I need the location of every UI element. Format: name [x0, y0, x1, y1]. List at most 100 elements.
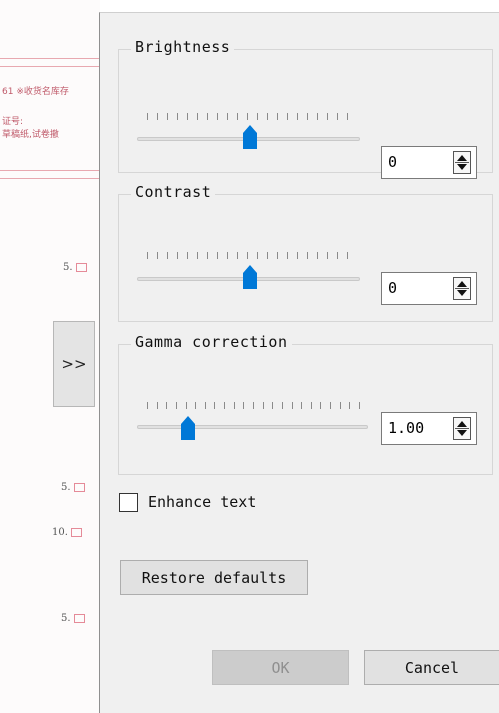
slider-tick — [187, 252, 188, 259]
slider-tick — [297, 252, 298, 259]
slider-tick — [267, 252, 268, 259]
slider-tick — [217, 113, 218, 120]
ok-button[interactable]: OK — [212, 650, 349, 685]
slider-tick — [327, 252, 328, 259]
contrast-value[interactable]: 0 — [388, 279, 397, 297]
slider-tick — [263, 402, 264, 409]
contrast-spinbox[interactable]: 0 — [381, 272, 477, 305]
gamma-track[interactable] — [137, 425, 368, 429]
brightness-group: Brightness 0 — [118, 38, 493, 179]
doc-rule — [0, 170, 100, 171]
up-arrow-icon[interactable] — [457, 155, 467, 161]
slider-tick — [330, 402, 331, 409]
slider-tick — [257, 252, 258, 259]
gamma-spinbox[interactable]: 1.00 — [381, 412, 477, 445]
gamma-slider-thumb[interactable] — [181, 416, 195, 440]
gamma-ticks — [147, 402, 367, 411]
brightness-slider-thumb[interactable] — [243, 125, 257, 149]
slider-tick — [237, 113, 238, 120]
gamma-spin-buttons[interactable] — [453, 417, 471, 440]
slider-tick — [157, 252, 158, 259]
slider-tick — [311, 402, 312, 409]
slider-tick — [176, 402, 177, 409]
doc-question-marker: 10. — [52, 527, 82, 538]
down-arrow-icon[interactable] — [457, 164, 467, 170]
doc-rule — [0, 58, 100, 59]
up-arrow-icon[interactable] — [457, 421, 467, 427]
doc-text-line: 61 ※收货名库存 — [2, 87, 69, 97]
image-adjust-panel: Brightness 0 Contrast 0 Gamma correction… — [99, 12, 499, 713]
slider-tick — [224, 402, 225, 409]
up-arrow-icon[interactable] — [457, 281, 467, 287]
contrast-ticks — [147, 252, 367, 261]
contrast-group: Contrast 0 — [118, 183, 493, 322]
slider-tick — [347, 113, 348, 120]
contrast-spin-buttons[interactable] — [453, 277, 471, 300]
slider-tick — [301, 402, 302, 409]
gamma-title: Gamma correction — [131, 333, 292, 351]
slider-tick — [340, 402, 341, 409]
slider-tick — [282, 402, 283, 409]
slider-tick — [317, 252, 318, 259]
slider-tick — [157, 113, 158, 120]
gamma-value[interactable]: 1.00 — [388, 419, 424, 437]
down-arrow-icon[interactable] — [457, 430, 467, 436]
doc-question-marker: 5. — [63, 262, 87, 273]
slider-tick — [217, 252, 218, 259]
slider-tick — [234, 402, 235, 409]
enhance-text-label[interactable]: Enhance text — [148, 493, 256, 511]
slider-tick — [247, 252, 248, 259]
brightness-title: Brightness — [131, 38, 235, 56]
slider-tick — [297, 113, 298, 120]
slider-tick — [287, 113, 288, 120]
slider-tick — [277, 252, 278, 259]
doc-text-line: 证号: — [2, 117, 24, 127]
slider-tick — [147, 402, 148, 409]
doc-question-marker: 5. — [61, 482, 85, 493]
slider-tick — [257, 113, 258, 120]
brightness-ticks — [147, 113, 367, 122]
slider-tick — [207, 113, 208, 120]
slider-tick — [177, 252, 178, 259]
slider-tick — [186, 402, 187, 409]
slider-tick — [147, 113, 148, 120]
slider-tick — [337, 252, 338, 259]
slider-tick — [347, 252, 348, 259]
brightness-spin-buttons[interactable] — [453, 151, 471, 174]
slider-tick — [307, 252, 308, 259]
slider-tick — [167, 252, 168, 259]
slider-tick — [320, 402, 321, 409]
doc-question-marker: 5. — [61, 613, 85, 624]
expand-panel-button[interactable]: >> — [53, 321, 95, 407]
doc-text-line: 草稿纸,试卷撤 — [2, 130, 59, 140]
doc-rule — [0, 178, 100, 179]
slider-tick — [359, 402, 360, 409]
contrast-slider-thumb[interactable] — [243, 265, 257, 289]
slider-tick — [349, 402, 350, 409]
slider-tick — [197, 252, 198, 259]
slider-tick — [277, 113, 278, 120]
slider-tick — [247, 113, 248, 120]
enhance-text-checkbox[interactable] — [119, 492, 138, 512]
doc-rule — [0, 66, 100, 67]
slider-tick — [166, 402, 167, 409]
slider-tick — [157, 402, 158, 409]
cancel-button[interactable]: Cancel — [364, 650, 499, 685]
slider-tick — [337, 113, 338, 120]
contrast-title: Contrast — [131, 183, 216, 201]
down-arrow-icon[interactable] — [457, 290, 467, 296]
enhance-text-option[interactable]: Enhance text — [119, 490, 256, 514]
slider-tick — [267, 113, 268, 120]
slider-tick — [227, 252, 228, 259]
slider-tick — [177, 113, 178, 120]
brightness-spinbox[interactable]: 0 — [381, 146, 477, 179]
slider-tick — [243, 402, 244, 409]
slider-tick — [327, 113, 328, 120]
slider-tick — [214, 402, 215, 409]
slider-tick — [287, 252, 288, 259]
slider-tick — [307, 113, 308, 120]
restore-defaults-button[interactable]: Restore defaults — [120, 560, 308, 595]
brightness-value[interactable]: 0 — [388, 153, 397, 171]
slider-tick — [187, 113, 188, 120]
gamma-group: Gamma correction 1.00 — [118, 333, 493, 475]
